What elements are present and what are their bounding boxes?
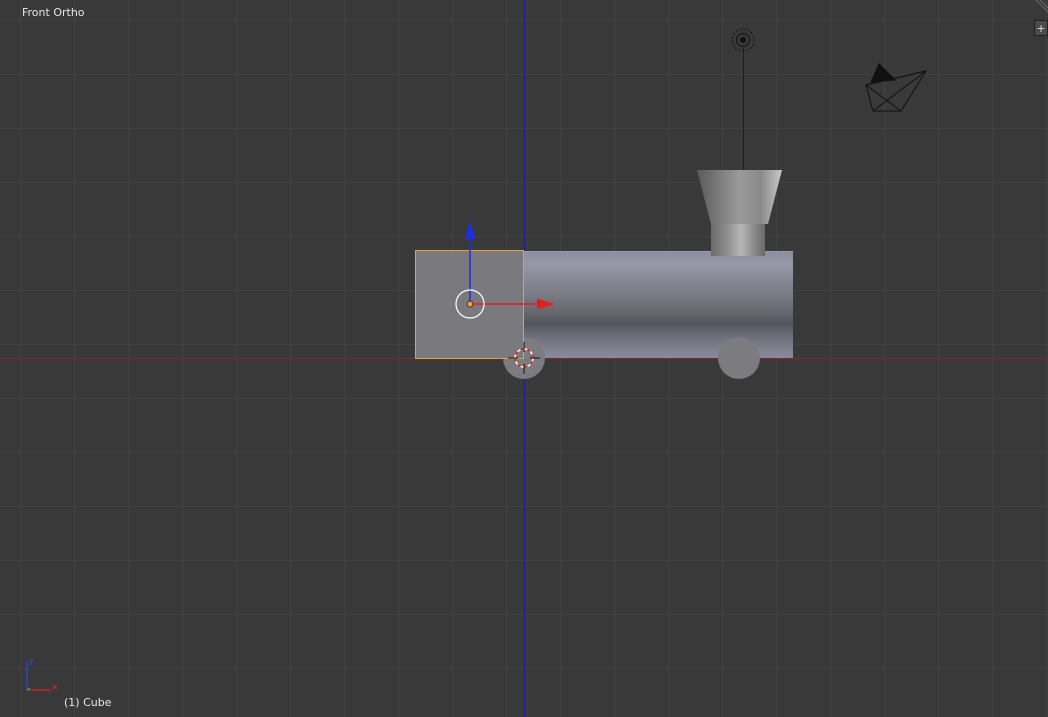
axis-orientation-gizmo [26,659,58,691]
chimney-neck[interactable] [711,224,765,256]
object-origin-icon [466,300,474,308]
axis-gizmo-z-glyph-icon [29,659,34,665]
chimney-funnel[interactable] [697,170,782,224]
active-object-label: (1) Cube [64,696,112,709]
camera-icon[interactable] [865,63,928,112]
train-body[interactable] [524,251,793,358]
3d-viewport[interactable]: Front Ortho + (1) Cube [0,0,1048,717]
wheel-front[interactable] [718,337,760,379]
view-label: Front Ortho [22,6,85,19]
scene-canvas[interactable] [0,0,1048,717]
lamp-icon[interactable] [731,28,755,52]
axis-gizmo-x-glyph-icon [52,684,58,690]
area-split-corner-icon[interactable] [1034,0,1048,14]
gizmo-z-arrow[interactable] [464,221,476,239]
plus-icon[interactable]: + [1034,20,1048,36]
